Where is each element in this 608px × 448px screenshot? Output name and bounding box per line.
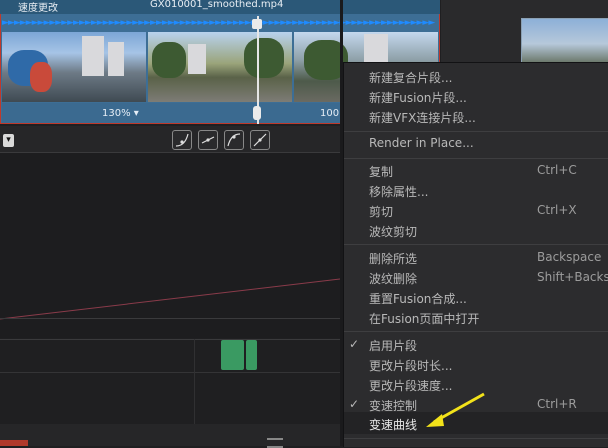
zoom-right-value: 100 xyxy=(320,108,340,119)
shortcut-cut: Ctrl+X xyxy=(537,203,577,217)
menu-item-enable-clip[interactable]: 启用片段 xyxy=(369,337,417,354)
bezier-icon xyxy=(253,133,267,147)
speed-point-handle[interactable] xyxy=(253,106,261,120)
shortcut-copy: Ctrl+C xyxy=(537,163,577,177)
curve-toolbar xyxy=(0,126,340,153)
speed-curve-graph[interactable] xyxy=(0,153,341,338)
curve-options-dropdown[interactable]: ▾ xyxy=(3,134,14,147)
linear-icon[interactable] xyxy=(198,130,218,150)
shortcut-delete: Backspace xyxy=(537,250,602,264)
menu-item-reset-fusion-comp[interactable]: 重置Fusion合成... xyxy=(369,290,467,307)
menu-item-ripple-cut[interactable]: 波纹剪切 xyxy=(369,223,417,240)
playhead-handle[interactable] xyxy=(252,19,262,29)
speed-direction-arrows: ►►►►►►►►►►►►►►►►►►►►►►►►►►►►►►►►►►►►►►►►… xyxy=(2,18,435,28)
shortcut-retime-controls: Ctrl+R xyxy=(537,397,577,411)
menu-item-cut[interactable]: 剪切 xyxy=(369,203,393,220)
linear-icon xyxy=(201,136,215,144)
bezier-icon[interactable] xyxy=(250,130,270,150)
checkmark-icon: ✓ xyxy=(349,337,360,351)
menu-item-new-fusion-clip[interactable]: 新建Fusion片段... xyxy=(369,89,467,106)
clip-filename: GX010001_smoothed.mp4 xyxy=(150,0,284,10)
menu-item-retime-controls[interactable]: 变速控制 xyxy=(369,397,417,414)
ease-in-icon[interactable] xyxy=(172,130,192,150)
menu-item-change-clip-duration[interactable]: 更改片段时长... xyxy=(369,357,452,374)
track-marker-line xyxy=(194,339,195,424)
keyframe[interactable] xyxy=(221,340,244,370)
menu-item-new-vfx-connect-clip[interactable]: 新建VFX连接片段... xyxy=(369,109,476,126)
zoom-value: 130% xyxy=(102,108,131,119)
divider xyxy=(0,372,340,373)
menu-item-render-in-place[interactable]: Render in Place... xyxy=(369,136,474,150)
speed-change-label: 速度更改 xyxy=(18,3,58,14)
menu-lines-icon[interactable] xyxy=(267,438,283,448)
annotation-arrow-icon xyxy=(426,392,485,427)
menu-separator xyxy=(344,331,608,332)
keyframe[interactable] xyxy=(246,340,257,370)
menu-item-open-in-fusion[interactable]: 在Fusion页面中打开 xyxy=(369,310,479,327)
menu-item-ripple-delete[interactable]: 波纹删除 xyxy=(369,270,417,287)
menu-separator xyxy=(344,244,608,245)
speed-curve xyxy=(0,278,341,320)
menu-item-remove-attributes[interactable]: 移除属性... xyxy=(369,183,428,200)
shortcut-ripple-delete: Shift+Backsp xyxy=(537,270,608,284)
keyframe-track xyxy=(0,339,340,425)
ease-out-icon xyxy=(227,133,241,147)
checkmark-icon: ✓ xyxy=(349,397,360,411)
menu-separator xyxy=(344,438,608,439)
menu-separator xyxy=(344,158,608,159)
menu-separator xyxy=(344,131,608,132)
divider xyxy=(0,318,340,319)
bottom-bar xyxy=(0,424,340,446)
zoom-dropdown[interactable]: 130% ▾ xyxy=(102,108,139,119)
clip-thumbnail xyxy=(148,32,292,102)
clip-thumbnail xyxy=(2,32,146,102)
menu-item-retime-curve[interactable]: 变速曲线 xyxy=(369,416,417,433)
menu-item-delete-selected[interactable]: 删除所选 xyxy=(369,250,417,267)
ease-in-icon xyxy=(175,133,189,147)
menu-item-new-compound-clip[interactable]: 新建复合片段... xyxy=(369,69,452,86)
track-color-marker xyxy=(0,440,28,446)
menu-item-copy[interactable]: 复制 xyxy=(369,163,393,180)
ease-out-icon[interactable] xyxy=(224,130,244,150)
